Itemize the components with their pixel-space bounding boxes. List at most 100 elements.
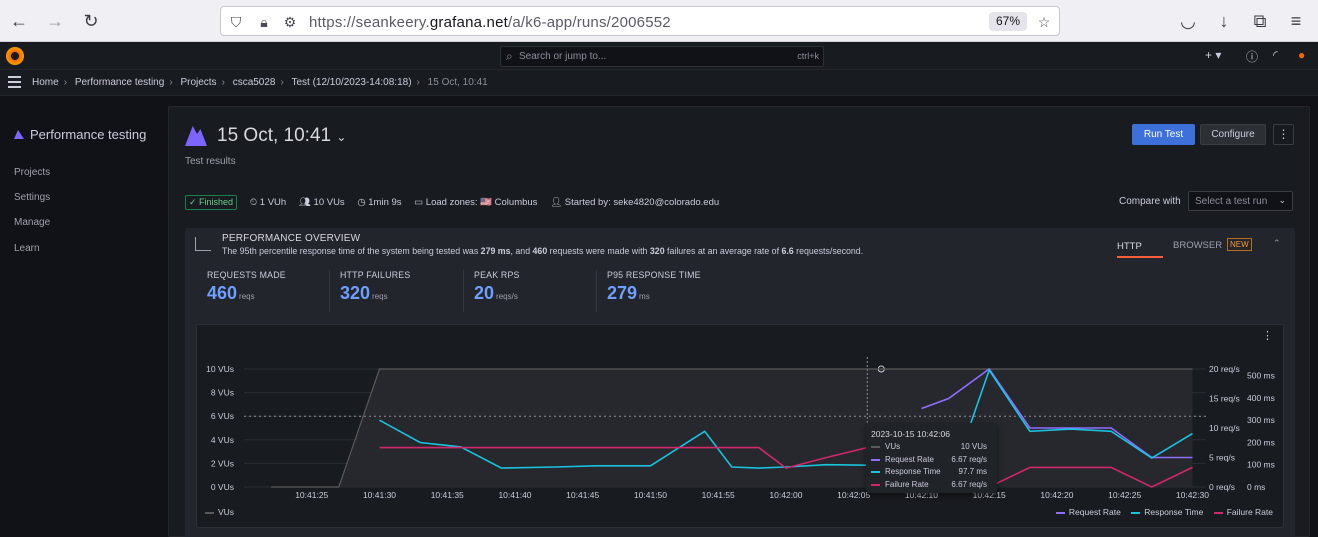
chevron-down-icon[interactable]: ⌄	[336, 130, 346, 144]
y-left-tick-label: 8 VUs	[211, 388, 234, 398]
overview-description: The 95th percentile response time of the…	[222, 246, 864, 256]
lock-icon[interactable]: 🔒︎	[255, 13, 273, 31]
x-tick-label: 10:41:35	[431, 490, 464, 500]
search-input[interactable]: ⌕ Search or jump to... ctrl+k	[500, 46, 824, 67]
stat-http-failures: HTTP FAILURES 320 reqs	[329, 270, 462, 312]
overview-title: PERFORMANCE OVERVIEW	[222, 233, 361, 244]
page-title[interactable]: 15 Oct, 10:41 ⌄	[217, 125, 346, 147]
more-options-icon[interactable]: ⋮	[1273, 124, 1294, 145]
chart-tooltip: 2023-10-15 10:42:06 VUs 10 VUs Request Ra…	[866, 423, 997, 493]
sidebar-item-projects[interactable]: Projects	[14, 167, 50, 178]
breadcrumb-home[interactable]: Home	[32, 77, 59, 88]
grafana-logo-icon[interactable]	[6, 47, 24, 65]
page-subtitle: Test results	[185, 156, 236, 167]
breadcrumb-test[interactable]: Test (12/10/2023-14:08:18)	[291, 77, 411, 88]
browser-toolbar: ← → ↻ ⛉ 🔒︎ ⚙ https://seankeery.grafana.n…	[0, 0, 1318, 42]
breadcrumb-projects[interactable]: Projects	[180, 77, 216, 88]
sidebar: Performance testing Projects Settings Ma…	[0, 96, 160, 537]
x-tick-label: 10:41:45	[566, 490, 599, 500]
y-right-reqs-tick-label: 10 req/s	[1209, 423, 1240, 433]
forward-icon[interactable]: →	[44, 10, 66, 32]
compare-label: Compare with	[1119, 196, 1181, 207]
x-tick-label: 10:41:30	[363, 490, 396, 500]
y-right-reqs-tick-label: 15 req/s	[1209, 394, 1240, 404]
avatar[interactable]: ●	[1298, 48, 1305, 62]
breadcrumb-project[interactable]: csca5028	[233, 77, 276, 88]
sidebar-item-manage[interactable]: Manage	[14, 217, 50, 228]
test-run-panel: 15 Oct, 10:41 ⌄ Test results Run Test Co…	[168, 106, 1310, 537]
y-left-tick-label: 6 VUs	[211, 411, 234, 421]
k6-icon	[14, 130, 24, 139]
legend-response-time[interactable]: Response Time	[1123, 507, 1203, 517]
new-badge: NEW	[1227, 238, 1252, 251]
x-tick-label: 10:42:00	[769, 490, 802, 500]
x-tick-label: 10:41:25	[295, 490, 328, 500]
zoom-indicator[interactable]: 67%	[989, 12, 1027, 31]
grafana-topnav: ⌕ Search or jump to... ctrl+k + ▾ ⓘ ◜ ●	[0, 42, 1318, 70]
breadcrumb: Home › Performance testing › Projects › csc…	[0, 70, 1318, 96]
search-shortcut: ctrl+k	[797, 51, 819, 61]
y-left-tick-label: 4 VUs	[211, 435, 234, 445]
address-bar[interactable]: ⛉ 🔒︎ ⚙ https://seankeery.grafana.net/a/k…	[220, 6, 1060, 36]
legend-swatch	[871, 446, 880, 448]
add-icon[interactable]: + ▾	[1205, 48, 1221, 62]
stat-requests-made: REQUESTS MADE 460 reqs	[207, 270, 286, 303]
y-left-tick-label: 10 VUs	[206, 364, 234, 374]
x-tick-label: 10:42:25	[1108, 490, 1141, 500]
legend-metrics: Request Rate Response Time Failure Rate	[1048, 507, 1273, 517]
y-right-ms-tick-label: 500 ms	[1247, 371, 1275, 381]
collapse-icon[interactable]: ⌃	[1273, 238, 1281, 249]
x-tick-label: 10:41:40	[498, 490, 531, 500]
sidebar-item-learn[interactable]: Learn	[14, 243, 40, 254]
extensions-icon[interactable]: ⧉	[1249, 10, 1271, 32]
k6-logo-icon	[185, 126, 207, 146]
y-right-ms-tick-label: 300 ms	[1247, 415, 1275, 425]
legend-request-rate[interactable]: Request Rate	[1048, 507, 1121, 517]
back-icon[interactable]: ←	[8, 10, 30, 32]
y-right-reqs-tick-label: 0 req/s	[1209, 482, 1235, 492]
compare-select[interactable]: Select a test run ⌄	[1188, 191, 1293, 211]
sidebar-title[interactable]: Performance testing	[14, 127, 146, 142]
y-left-tick-label: 2 VUs	[211, 458, 234, 468]
tooltip-row: Response Time 97.7 ms	[871, 467, 992, 480]
help-icon[interactable]: ⓘ	[1246, 48, 1258, 65]
load-zones: ▭ Load zones: 🇺🇸 Columbus	[414, 197, 538, 208]
chevron-down-icon: ⌄	[1278, 195, 1286, 205]
bookmark-star-icon[interactable]: ☆	[1035, 13, 1053, 31]
download-icon[interactable]: ↓	[1213, 10, 1235, 32]
performance-overview: PERFORMANCE OVERVIEW The 95th percentile…	[185, 228, 1295, 537]
legend-swatch	[871, 471, 880, 473]
shield-icon[interactable]: ⛉	[227, 13, 245, 31]
breadcrumb-performance-testing[interactable]: Performance testing	[75, 77, 165, 88]
legend-swatch	[871, 458, 880, 461]
stat-p95-response-time: P95 RESPONSE TIME 279 ms	[596, 270, 729, 312]
tab-browser[interactable]: BROWSER	[1173, 240, 1222, 251]
news-icon[interactable]: ◜	[1273, 48, 1278, 62]
configure-button[interactable]: Configure	[1200, 124, 1266, 145]
menu-toggle-icon[interactable]	[8, 76, 21, 88]
performance-chart[interactable]: ⋮ 10:41:25 10:41:30 10:41:35 10:41:40 10:41:…	[196, 324, 1284, 528]
legend-failure-rate[interactable]: Failure Rate	[1206, 507, 1273, 517]
y-right-ms-tick-label: 0 ms	[1247, 482, 1265, 492]
y-right-ms-tick-label: 100 ms	[1247, 460, 1275, 470]
tooltip-row: VUs 10 VUs	[871, 442, 992, 455]
reload-icon[interactable]: ↻	[80, 10, 102, 32]
sidebar-item-settings[interactable]: Settings	[14, 192, 50, 203]
vus-value: 👥︎ 10 VUs	[298, 197, 345, 208]
run-metadata: ✓ Finished ⏲ 1 VUh 👥︎ 10 VUs ◷ 1min 9s ▭…	[185, 195, 729, 210]
run-test-button[interactable]: Run Test	[1132, 124, 1195, 145]
menu-icon[interactable]: ≡	[1285, 10, 1307, 32]
x-tick-label: 10:42:30	[1176, 490, 1209, 500]
permissions-icon[interactable]: ⚙	[281, 13, 299, 31]
y-right-reqs-tick-label: 20 req/s	[1209, 364, 1240, 374]
tab-http[interactable]: HTTP	[1117, 241, 1142, 252]
url-text[interactable]: https://seankeery.grafana.net/a/k6-app/r…	[309, 14, 671, 31]
pocket-icon[interactable]: ◡	[1177, 10, 1199, 32]
stat-peak-rps: PEAK RPS 20 reqs/s	[463, 270, 596, 312]
chart-icon	[195, 237, 211, 251]
y-left-tick-label: 0 VUs	[211, 482, 234, 492]
search-icon: ⌕	[506, 49, 513, 63]
chart-canvas[interactable]: 10:41:25 10:41:30 10:41:35 10:41:40 10:41:45…	[197, 325, 1285, 529]
duration-value: ◷ 1min 9s	[357, 197, 402, 208]
legend-vus[interactable]: VUs	[205, 507, 234, 517]
